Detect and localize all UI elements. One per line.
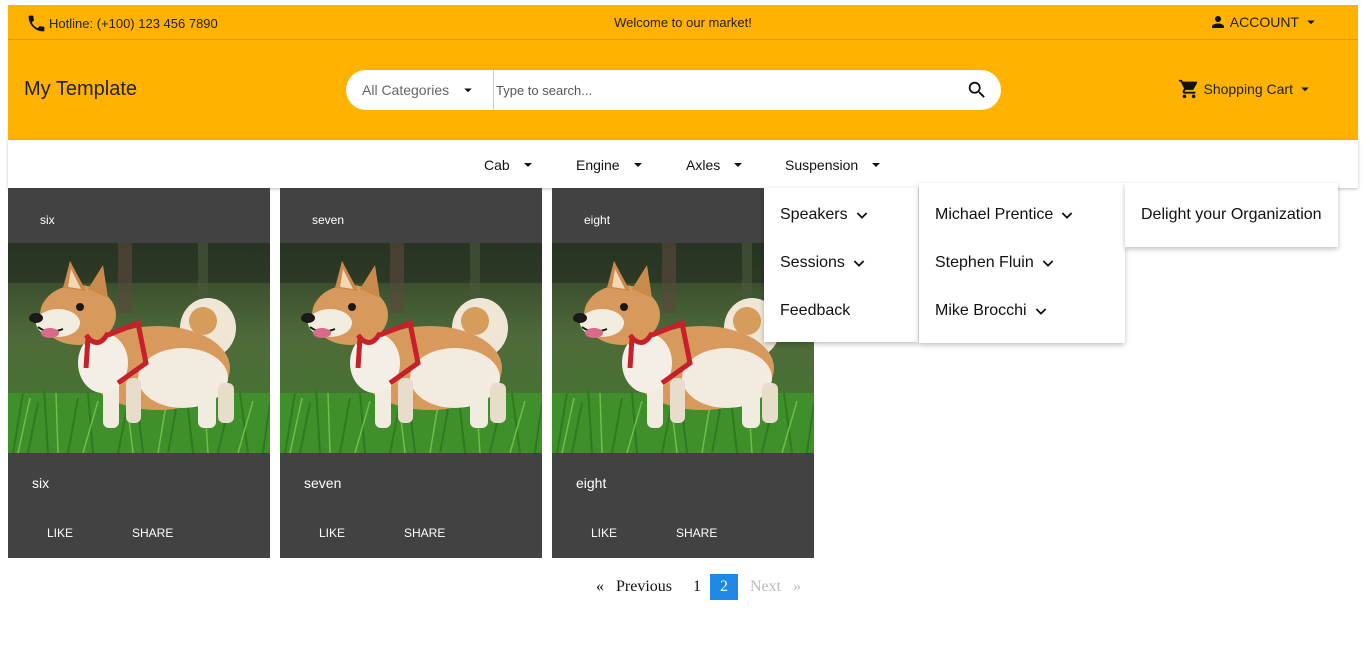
suspension-dropdown: Speakers Sessions Feedback — [764, 188, 918, 342]
nav-item-engine[interactable]: Engine — [576, 157, 646, 173]
menu-item-stephen-fluin[interactable]: Stephen Fluin — [919, 239, 1125, 287]
card-header: seven — [312, 213, 345, 227]
nav-item-label: Cab — [484, 157, 510, 173]
page-link[interactable]: 1 — [684, 574, 710, 600]
chevron-down-icon — [854, 207, 870, 223]
caret-down-icon — [1302, 13, 1320, 31]
main-nav: Cab Engine Axles Suspension — [8, 140, 1358, 188]
nav-item-axles[interactable]: Axles — [686, 157, 746, 173]
phone-icon — [26, 13, 47, 34]
search-input[interactable] — [494, 71, 957, 109]
menu-item-speakers[interactable]: Speakers — [764, 191, 918, 239]
card-actions: LIKE SHARE — [8, 503, 270, 540]
card-title: six — [32, 475, 50, 491]
pagination: « Previous 1 2 Next » — [590, 574, 807, 600]
share-button[interactable]: SHARE — [132, 526, 173, 540]
menu-item-label: Sessions — [780, 254, 845, 271]
caret-down-icon — [520, 157, 536, 173]
chevron-down-icon — [1033, 303, 1049, 319]
menu-item-delight-your-organization[interactable]: Delight your Organization — [1125, 191, 1338, 239]
speakers-submenu: Michael Prentice Stephen Fluin Mike Broc… — [919, 183, 1125, 343]
category-select-label: All Categories — [362, 82, 450, 98]
nav-item-label: Engine — [576, 157, 620, 173]
speaker-submenu: Delight your Organization — [1125, 183, 1338, 247]
brand-logo-text[interactable]: My Template — [24, 78, 137, 101]
page-link-current[interactable]: 2 — [710, 574, 738, 600]
menu-item-label: Stephen Fluin — [935, 254, 1034, 271]
card-title: eight — [576, 475, 607, 491]
nav-item-cab[interactable]: Cab — [484, 157, 536, 173]
category-select[interactable]: All Categories — [346, 70, 494, 110]
chevron-down-icon — [1040, 255, 1056, 271]
menu-item-michael-prentice[interactable]: Michael Prentice — [919, 191, 1125, 239]
chevron-down-icon — [1059, 207, 1075, 223]
nav-item-label: Axles — [686, 157, 721, 173]
caret-down-icon — [868, 157, 884, 173]
caret-down-icon — [630, 157, 646, 173]
menu-item-label: Feedback — [780, 302, 851, 319]
shopping-cart-label: Shopping Cart — [1203, 81, 1293, 97]
menu-item-mike-brocchi[interactable]: Mike Brocchi — [919, 287, 1125, 335]
nav-item-suspension[interactable]: Suspension — [785, 157, 884, 173]
header: My Template All Categories Shopping Cart — [8, 40, 1358, 140]
previous-page-link[interactable]: Previous — [610, 574, 684, 600]
search-button[interactable] — [957, 70, 997, 110]
like-button[interactable]: LIKE — [47, 526, 132, 540]
share-button[interactable]: SHARE — [676, 526, 717, 540]
shopping-cart-button[interactable]: Shopping Cart — [1178, 78, 1314, 100]
caret-down-icon — [1296, 80, 1314, 98]
share-button[interactable]: SHARE — [404, 526, 445, 540]
last-page-icon: » — [793, 578, 802, 595]
menu-item-label: Michael Prentice — [935, 206, 1054, 223]
shopping-cart-icon — [1178, 78, 1200, 100]
menu-item-feedback[interactable]: Feedback — [764, 287, 918, 335]
product-card: seven seven LIKE SHARE — [280, 188, 542, 558]
caret-down-icon — [730, 157, 746, 173]
card-title: seven — [304, 475, 342, 491]
nav-item-label: Suspension — [785, 157, 859, 173]
top-bar: Hotline: (+100) 123 456 7890 Welcome to … — [8, 5, 1358, 40]
caret-down-icon — [459, 81, 477, 99]
menu-item-label: Speakers — [780, 206, 848, 223]
person-icon — [1209, 13, 1227, 31]
account-menu-button[interactable]: ACCOUNT — [1209, 13, 1320, 31]
like-button[interactable]: LIKE — [591, 526, 676, 540]
menu-item-label: Mike Brocchi — [935, 302, 1027, 319]
card-header: six — [40, 213, 55, 227]
dog-photo — [8, 243, 270, 453]
like-button[interactable]: LIKE — [319, 526, 404, 540]
menu-item-label: Delight your Organization — [1141, 206, 1322, 223]
card-actions: LIKE SHARE — [552, 503, 814, 540]
account-label: ACCOUNT — [1229, 14, 1299, 30]
hotline[interactable]: Hotline: (+100) 123 456 7890 — [26, 13, 218, 34]
menu-item-sessions[interactable]: Sessions — [764, 239, 918, 287]
first-page-icon[interactable]: « — [590, 574, 610, 600]
dog-photo — [280, 243, 542, 453]
product-card: six six LIKE SHARE — [8, 188, 270, 558]
next-page-link: Next — [750, 578, 782, 595]
card-actions: LIKE SHARE — [280, 503, 542, 540]
chevron-down-icon — [851, 255, 867, 271]
search-bar: All Categories — [346, 70, 1001, 110]
search-icon — [966, 79, 988, 101]
hotline-text: Hotline: (+100) 123 456 7890 — [49, 16, 218, 31]
